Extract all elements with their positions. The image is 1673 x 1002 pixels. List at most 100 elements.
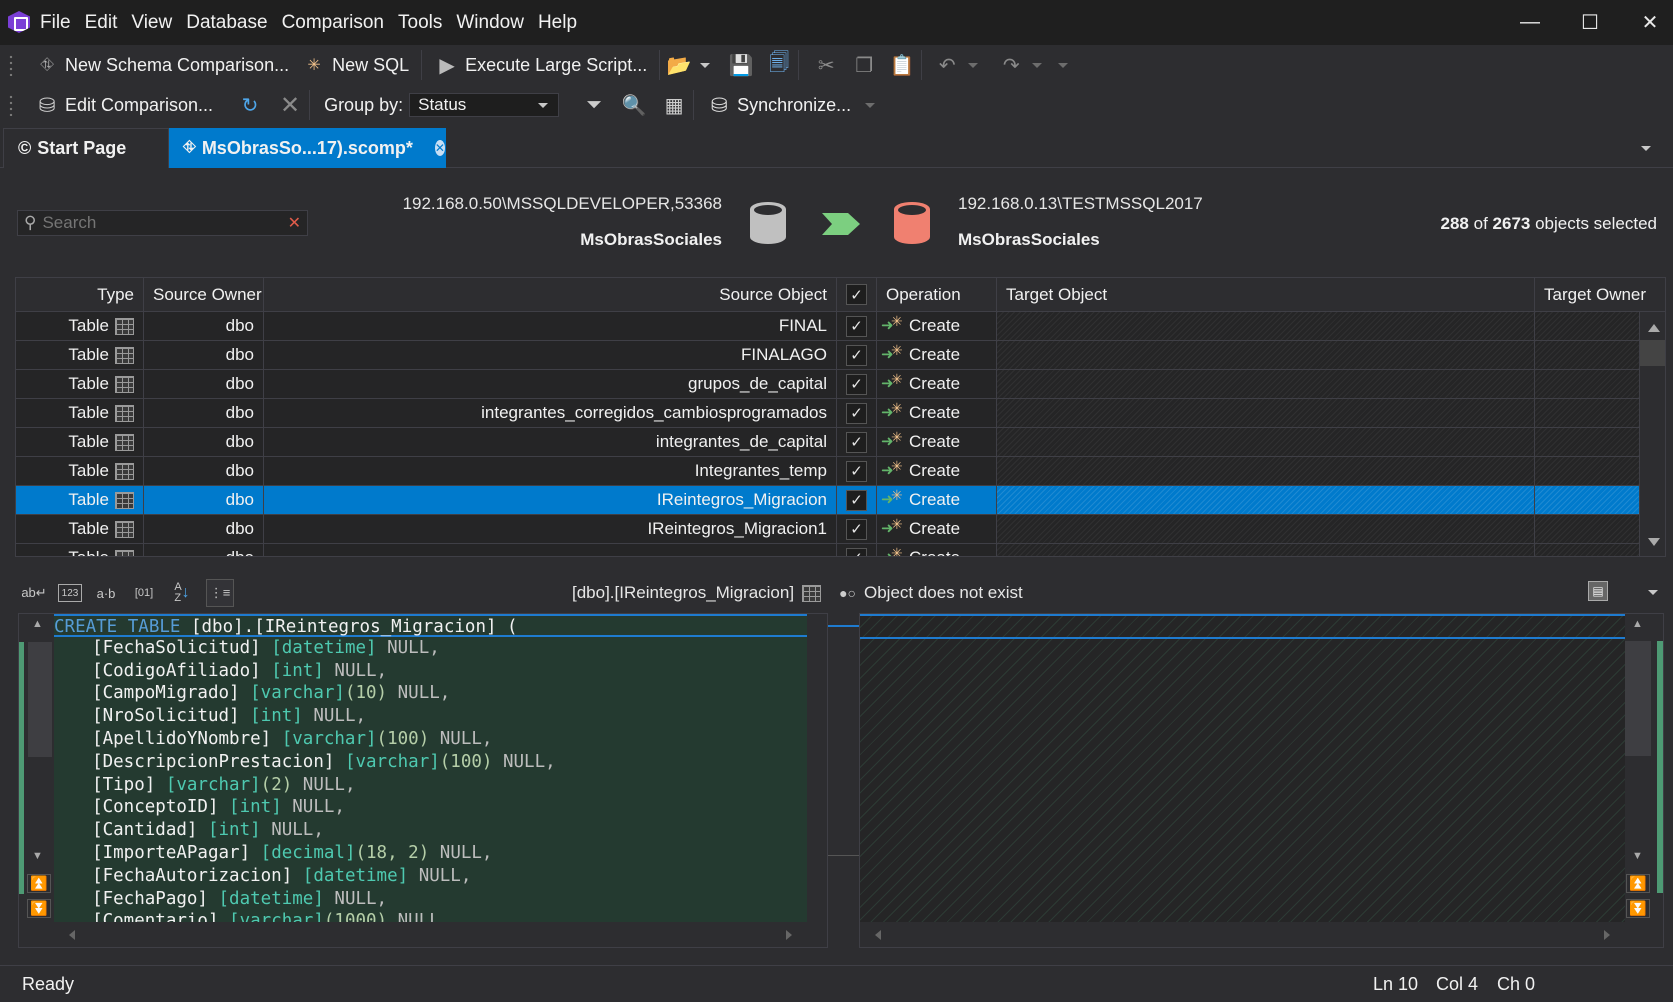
table-row[interactable]: Table dbo grupos_de_capital ✓ ➜ ✳ Create	[16, 370, 1639, 399]
row-checkbox[interactable]: ✓	[846, 431, 867, 453]
edit-comparison-button[interactable]: ⛁ Edit Comparison...	[28, 89, 219, 121]
outline-icon[interactable]: ⋮≡	[206, 579, 234, 607]
target-horizontal-scrollbar[interactable]	[860, 922, 1625, 947]
scroll-up-arrow[interactable]	[1648, 324, 1660, 332]
column-header-source-object[interactable]: Source Object	[264, 278, 837, 311]
save-icon[interactable]: 💾	[728, 52, 754, 78]
select-all-checkbox[interactable]: ✓	[846, 284, 867, 305]
table-row[interactable]: Table dbo FINAL ✓ ➜ ✳ Create	[16, 312, 1639, 341]
scroll-down-arrow[interactable]: ▼	[1632, 850, 1643, 862]
clear-search-icon[interactable]: ✕	[288, 213, 301, 233]
table-row[interactable]: Table dbo FINALAGO ✓ ➜ ✳ Create	[16, 341, 1639, 370]
table-row[interactable]: Table dbo IReintegros_Migracion ✓ ➜ ✳ Create	[16, 486, 1639, 515]
target-vertical-scrollbar[interactable]: ▲ ▼ ⏫ ⏬	[1625, 614, 1663, 924]
column-header-operation[interactable]: Operation	[877, 278, 997, 311]
toolbar-overflow-arrow[interactable]	[1058, 62, 1069, 68]
scroll-up-arrow[interactable]: ▲	[1632, 618, 1643, 630]
word-wrap-icon[interactable]: ab↵	[20, 579, 48, 607]
column-header-source-owner[interactable]: Source Owner	[144, 278, 264, 311]
menu-view[interactable]: View	[131, 12, 172, 34]
menu-comparison[interactable]: Comparison	[282, 12, 384, 34]
scroll-thumb[interactable]	[1640, 340, 1665, 366]
sort-az-icon[interactable]: A Z ↓	[168, 579, 196, 607]
undo-dropdown-arrow[interactable]	[968, 62, 979, 68]
source-code-pane[interactable]: ▲ ▼ ⏫ ⏬ CREATE TABLE [dbo].[IReintegros_…	[18, 613, 828, 948]
synchronize-button[interactable]: ⛁ Synchronize...	[700, 89, 857, 121]
filter-icon[interactable]: ⏷	[581, 92, 607, 118]
next-difference-icon[interactable]: ⏬	[1626, 899, 1650, 918]
scroll-down-arrow[interactable]: ▼	[32, 850, 43, 862]
line-numbers-icon[interactable]: 123	[58, 584, 82, 602]
row-checkbox[interactable]: ✓	[846, 518, 867, 540]
table-row[interactable]: Table dbo Integrantes_temp ✓ ➜ ✳ Create	[16, 457, 1639, 486]
refresh-icon[interactable]: ↻	[237, 92, 263, 118]
synchronize-dropdown-arrow[interactable]	[865, 102, 876, 108]
row-checkbox[interactable]: ✓	[846, 489, 867, 511]
source-code-editor[interactable]: CREATE TABLE [dbo].[IReintegros_Migracio…	[54, 614, 807, 924]
table-row[interactable]: Table dbo IReintegros_Migracion1 ✓ ➜ ✳ Create	[16, 515, 1639, 544]
new-schema-comparison-button[interactable]: ⛗ New Schema Comparison...	[28, 49, 295, 81]
report-icon[interactable]: ▦	[661, 92, 687, 118]
redo-icon[interactable]: ↷	[998, 52, 1024, 78]
tab-comparison[interactable]: ⛗ MsObrasSo...17).scomp* ✕	[169, 128, 446, 168]
row-checkbox[interactable]: ✓	[846, 373, 867, 395]
scroll-up-arrow[interactable]: ▲	[32, 618, 43, 630]
menu-database[interactable]: Database	[186, 12, 267, 34]
find-object-icon[interactable]: 🔍	[621, 92, 647, 118]
open-folder-icon[interactable]: 📂	[666, 52, 692, 78]
close-window-button[interactable]: ✕	[1620, 0, 1673, 45]
scroll-left-arrow[interactable]	[875, 930, 881, 940]
source-scroll-thumb[interactable]	[28, 642, 52, 757]
close-tab-icon[interactable]: ✕	[434, 140, 445, 156]
ignore-options-icon[interactable]: [01]	[130, 579, 158, 607]
target-scroll-thumb[interactable]	[1625, 641, 1651, 756]
cut-icon[interactable]: ✂	[813, 52, 839, 78]
tab-overflow-arrow[interactable]	[1641, 146, 1651, 151]
layout-toggle-icon[interactable]: ▤	[1588, 581, 1608, 601]
scroll-left-arrow[interactable]	[69, 930, 75, 940]
menu-help[interactable]: Help	[538, 12, 577, 34]
scroll-right-arrow[interactable]	[786, 930, 792, 940]
source-horizontal-scrollbar[interactable]	[54, 922, 807, 947]
menu-tools[interactable]: Tools	[398, 12, 442, 34]
scroll-right-arrow[interactable]	[1604, 930, 1610, 940]
open-dropdown-arrow[interactable]	[700, 62, 711, 68]
row-checkbox[interactable]: ✓	[846, 344, 867, 366]
execute-large-script-button[interactable]: ▶ Execute Large Script...	[428, 49, 653, 81]
search-input[interactable]	[42, 213, 288, 233]
column-header-check[interactable]: ✓	[837, 278, 877, 311]
toolbar-grip[interactable]	[8, 94, 14, 116]
show-whitespace-icon[interactable]: a·b	[92, 579, 120, 607]
scroll-down-arrow[interactable]	[1648, 538, 1660, 546]
row-checkbox[interactable]: ✓	[846, 547, 867, 556]
cancel-icon[interactable]: ✕	[277, 92, 303, 119]
minimize-button[interactable]: —	[1500, 0, 1560, 45]
maximize-button[interactable]: ☐	[1560, 0, 1620, 45]
next-difference-icon[interactable]: ⏬	[27, 899, 51, 918]
column-header-type[interactable]: Type	[16, 278, 144, 311]
group-by-select[interactable]: Status	[409, 93, 560, 117]
copy-icon[interactable]: ❐	[851, 52, 877, 78]
menu-file[interactable]: File	[40, 12, 71, 34]
search-box[interactable]: ⚲ ✕	[17, 210, 308, 236]
row-checkbox[interactable]: ✓	[846, 460, 867, 482]
detail-options-arrow[interactable]	[1648, 590, 1658, 595]
table-row[interactable]: Table dbo integrantes_corregidos_cambiospr…	[16, 399, 1639, 428]
column-header-target-owner[interactable]: Target Owner	[1535, 278, 1665, 311]
menu-window[interactable]: Window	[456, 12, 524, 34]
undo-icon[interactable]: ↶	[934, 52, 960, 78]
tab-start-page[interactable]: © Start Page	[3, 128, 169, 168]
grid-vertical-scrollbar[interactable]	[1639, 312, 1665, 556]
toolbar-grip[interactable]	[8, 54, 14, 76]
previous-difference-icon[interactable]: ⏫	[27, 874, 51, 893]
row-checkbox[interactable]: ✓	[846, 315, 867, 337]
target-code-pane[interactable]: ▲ ▼ ⏫ ⏬	[859, 613, 1664, 948]
save-all-icon[interactable]: 🗐	[766, 52, 792, 78]
column-header-target-object[interactable]: Target Object	[997, 278, 1535, 311]
previous-difference-icon[interactable]: ⏫	[1626, 874, 1650, 893]
redo-dropdown-arrow[interactable]	[1032, 62, 1043, 68]
menu-edit[interactable]: Edit	[85, 12, 118, 34]
row-checkbox[interactable]: ✓	[846, 402, 867, 424]
paste-icon[interactable]: 📋	[889, 52, 915, 78]
table-row[interactable]: Table dbo integrantes_de_capital ✓ ➜ ✳ Create	[16, 428, 1639, 457]
